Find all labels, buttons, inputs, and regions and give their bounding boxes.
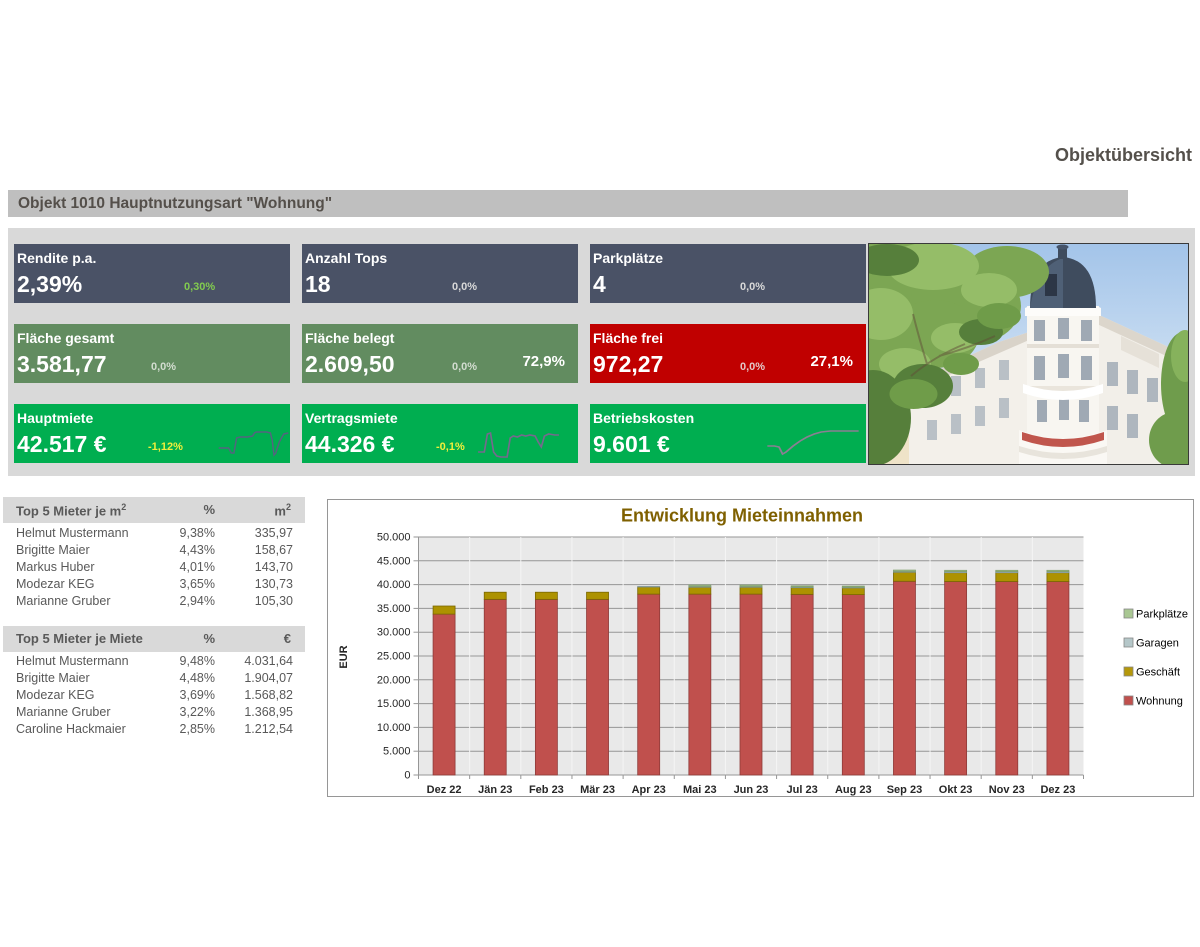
svg-text:50.000: 50.000 bbox=[377, 532, 411, 544]
svg-text:Jul 23: Jul 23 bbox=[787, 784, 818, 796]
svg-text:20.000: 20.000 bbox=[377, 674, 411, 686]
svg-text:Dez 23: Dez 23 bbox=[1040, 784, 1075, 796]
svg-text:10.000: 10.000 bbox=[377, 722, 411, 734]
svg-text:Wohnung: Wohnung bbox=[1136, 696, 1183, 708]
svg-text:15.000: 15.000 bbox=[377, 698, 411, 710]
svg-text:Dez 22: Dez 22 bbox=[427, 784, 462, 796]
svg-text:25.000: 25.000 bbox=[377, 651, 411, 663]
svg-text:30.000: 30.000 bbox=[377, 627, 411, 639]
svg-text:40.000: 40.000 bbox=[377, 579, 411, 591]
svg-text:Sep 23: Sep 23 bbox=[887, 784, 922, 796]
svg-text:5.000: 5.000 bbox=[383, 746, 411, 758]
svg-text:Mai 23: Mai 23 bbox=[683, 784, 717, 796]
svg-text:Nov 23: Nov 23 bbox=[989, 784, 1025, 796]
svg-text:Jun 23: Jun 23 bbox=[734, 784, 769, 796]
svg-text:Jän 23: Jän 23 bbox=[478, 784, 512, 796]
svg-text:EUR: EUR bbox=[338, 645, 350, 668]
svg-text:45.000: 45.000 bbox=[377, 555, 411, 567]
svg-text:Mär 23: Mär 23 bbox=[580, 784, 615, 796]
svg-text:35.000: 35.000 bbox=[377, 603, 411, 615]
svg-text:Parkplätze: Parkplätze bbox=[1136, 609, 1188, 621]
svg-text:Geschäft: Geschäft bbox=[1136, 667, 1180, 679]
svg-text:Feb 23: Feb 23 bbox=[529, 784, 564, 796]
svg-text:Entwicklung Mieteinnahmen: Entwicklung Mieteinnahmen bbox=[621, 506, 863, 526]
svg-text:0: 0 bbox=[404, 770, 410, 782]
svg-text:Apr 23: Apr 23 bbox=[632, 784, 666, 796]
svg-text:Aug 23: Aug 23 bbox=[835, 784, 872, 796]
svg-text:Garagen: Garagen bbox=[1136, 638, 1179, 650]
svg-text:Okt 23: Okt 23 bbox=[939, 784, 973, 796]
